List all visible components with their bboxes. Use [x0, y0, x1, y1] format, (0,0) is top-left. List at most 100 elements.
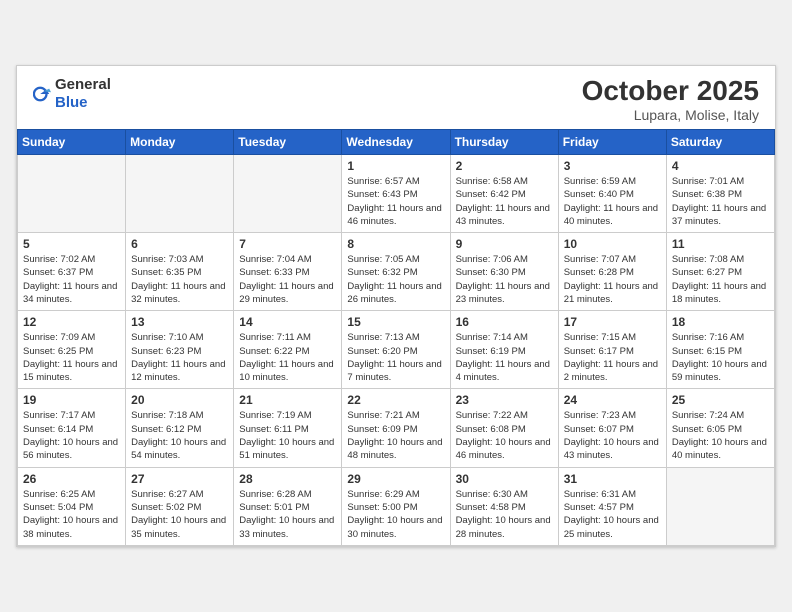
day-info: Sunrise: 7:24 AMSunset: 6:05 PMDaylight:… [672, 409, 769, 462]
day-number: 10 [564, 237, 661, 251]
week-row-4: 26 Sunrise: 6:25 AMSunset: 5:04 PMDayligh… [18, 467, 775, 545]
logo-text: General Blue [55, 76, 111, 112]
day-info: Sunrise: 7:01 AMSunset: 6:38 PMDaylight:… [672, 175, 769, 228]
calendar-cell [234, 154, 342, 232]
day-info: Sunrise: 6:59 AMSunset: 6:40 PMDaylight:… [564, 175, 661, 228]
calendar-cell [666, 467, 774, 545]
calendar-cell: 5 Sunrise: 7:02 AMSunset: 6:37 PMDaylight… [18, 233, 126, 311]
day-info: Sunrise: 7:10 AMSunset: 6:23 PMDaylight:… [131, 331, 228, 384]
calendar-table: SundayMondayTuesdayWednesdayThursdayFrid… [17, 129, 775, 546]
day-number: 7 [239, 237, 336, 251]
logo-blue: Blue [55, 94, 88, 111]
month-title: October 2025 [582, 76, 759, 107]
calendar-cell: 4Sunrise: 7:01 AMSunset: 6:38 PMDaylight… [666, 154, 774, 232]
day-info: Sunrise: 6:58 AMSunset: 6:42 PMDaylight:… [456, 175, 553, 228]
calendar-cell: 7Sunrise: 7:04 AMSunset: 6:33 PMDaylight… [234, 233, 342, 311]
day-number: 6 [131, 237, 228, 251]
calendar-cell: 10 Sunrise: 7:07 AMSunset: 6:28 PMDayligh… [558, 233, 666, 311]
calendar-cell: 30 Sunrise: 6:30 AMSunset: 4:58 PMDayligh… [450, 467, 558, 545]
day-number: 30 [456, 472, 553, 486]
weekday-header-thursday: Thursday [450, 129, 558, 154]
weekday-header-wednesday: Wednesday [342, 129, 450, 154]
calendar-cell: 19 Sunrise: 7:17 AMSunset: 6:14 PMDayligh… [18, 389, 126, 467]
calendar-cell: 21 Sunrise: 7:19 AMSunset: 6:11 PMDayligh… [234, 389, 342, 467]
day-number: 11 [672, 237, 769, 251]
day-number: 20 [131, 393, 228, 407]
day-number: 8 [347, 237, 444, 251]
day-number: 22 [347, 393, 444, 407]
day-info: Sunrise: 7:19 AMSunset: 6:11 PMDaylight:… [239, 409, 336, 462]
day-info: Sunrise: 7:14 AMSunset: 6:19 PMDaylight:… [456, 331, 553, 384]
calendar-cell: 29Sunrise: 6:29 AMSunset: 5:00 PMDayligh… [342, 467, 450, 545]
logo-icon [33, 85, 51, 103]
day-number: 12 [23, 315, 120, 329]
day-info: Sunrise: 7:11 AMSunset: 6:22 PMDaylight:… [239, 331, 336, 384]
calendar-cell: 1 Sunrise: 6:57 AMSunset: 6:43 PMDaylight… [342, 154, 450, 232]
calendar-cell: 28Sunrise: 6:28 AMSunset: 5:01 PMDayligh… [234, 467, 342, 545]
calendar-cell: 25Sunrise: 7:24 AMSunset: 6:05 PMDayligh… [666, 389, 774, 467]
day-info: Sunrise: 6:57 AMSunset: 6:43 PMDaylight:… [347, 175, 444, 228]
day-number: 21 [239, 393, 336, 407]
calendar-header: General Blue October 2025 Lupara, Molise… [17, 66, 775, 129]
calendar-cell [18, 154, 126, 232]
day-number: 19 [23, 393, 120, 407]
calendar-cell: 27 Sunrise: 6:27 AMSunset: 5:02 PMDayligh… [126, 467, 234, 545]
calendar-cell: 23Sunrise: 7:22 AMSunset: 6:08 PMDayligh… [450, 389, 558, 467]
day-info: Sunrise: 6:30 AMSunset: 4:58 PMDaylight:… [456, 488, 553, 541]
calendar-cell: 9Sunrise: 7:06 AMSunset: 6:30 PMDaylight… [450, 233, 558, 311]
calendar-cell [126, 154, 234, 232]
day-number: 13 [131, 315, 228, 329]
location-title: Lupara, Molise, Italy [582, 107, 759, 123]
day-info: Sunrise: 6:27 AMSunset: 5:02 PMDaylight:… [131, 488, 228, 541]
weekday-header-saturday: Saturday [666, 129, 774, 154]
weekday-header-friday: Friday [558, 129, 666, 154]
weekday-header-monday: Monday [126, 129, 234, 154]
day-number: 1 [347, 159, 444, 173]
day-number: 5 [23, 237, 120, 251]
calendar-cell: 15 Sunrise: 7:13 AMSunset: 6:20 PMDayligh… [342, 311, 450, 389]
calendar-cell: 3 Sunrise: 6:59 AMSunset: 6:40 PMDaylight… [558, 154, 666, 232]
calendar-cell: 18 Sunrise: 7:16 AMSunset: 6:15 PMDayligh… [666, 311, 774, 389]
calendar-container: General Blue October 2025 Lupara, Molise… [16, 65, 776, 547]
day-number: 3 [564, 159, 661, 173]
day-info: Sunrise: 7:16 AMSunset: 6:15 PMDaylight:… [672, 331, 769, 384]
day-info: Sunrise: 7:23 AMSunset: 6:07 PMDaylight:… [564, 409, 661, 462]
day-info: Sunrise: 7:07 AMSunset: 6:28 PMDaylight:… [564, 253, 661, 306]
weekday-header-row: SundayMondayTuesdayWednesdayThursdayFrid… [18, 129, 775, 154]
day-number: 16 [456, 315, 553, 329]
day-number: 17 [564, 315, 661, 329]
weekday-header-tuesday: Tuesday [234, 129, 342, 154]
day-info: Sunrise: 7:03 AMSunset: 6:35 PMDaylight:… [131, 253, 228, 306]
calendar-cell: 11 Sunrise: 7:08 AMSunset: 6:27 PMDayligh… [666, 233, 774, 311]
logo-area: General Blue [33, 76, 111, 112]
calendar-cell: 16 Sunrise: 7:14 AMSunset: 6:19 PMDayligh… [450, 311, 558, 389]
day-info: Sunrise: 7:05 AMSunset: 6:32 PMDaylight:… [347, 253, 444, 306]
day-info: Sunrise: 7:13 AMSunset: 6:20 PMDaylight:… [347, 331, 444, 384]
day-info: Sunrise: 7:02 AMSunset: 6:37 PMDaylight:… [23, 253, 120, 306]
day-info: Sunrise: 7:17 AMSunset: 6:14 PMDaylight:… [23, 409, 120, 462]
calendar-cell: 14Sunrise: 7:11 AMSunset: 6:22 PMDayligh… [234, 311, 342, 389]
day-info: Sunrise: 6:25 AMSunset: 5:04 PMDaylight:… [23, 488, 120, 541]
day-info: Sunrise: 7:06 AMSunset: 6:30 PMDaylight:… [456, 253, 553, 306]
week-row-0: 1 Sunrise: 6:57 AMSunset: 6:43 PMDaylight… [18, 154, 775, 232]
title-area: October 2025 Lupara, Molise, Italy [582, 76, 759, 123]
weekday-header-sunday: Sunday [18, 129, 126, 154]
day-info: Sunrise: 7:21 AMSunset: 6:09 PMDaylight:… [347, 409, 444, 462]
day-number: 27 [131, 472, 228, 486]
day-info: Sunrise: 7:08 AMSunset: 6:27 PMDaylight:… [672, 253, 769, 306]
calendar-cell: 22 Sunrise: 7:21 AMSunset: 6:09 PMDayligh… [342, 389, 450, 467]
day-info: Sunrise: 7:15 AMSunset: 6:17 PMDaylight:… [564, 331, 661, 384]
day-number: 15 [347, 315, 444, 329]
week-row-2: 12 Sunrise: 7:09 AMSunset: 6:25 PMDayligh… [18, 311, 775, 389]
day-number: 18 [672, 315, 769, 329]
day-number: 26 [23, 472, 120, 486]
day-info: Sunrise: 7:18 AMSunset: 6:12 PMDaylight:… [131, 409, 228, 462]
calendar-cell: 2Sunrise: 6:58 AMSunset: 6:42 PMDaylight… [450, 154, 558, 232]
calendar-cell: 20 Sunrise: 7:18 AMSunset: 6:12 PMDayligh… [126, 389, 234, 467]
calendar-cell: 13 Sunrise: 7:10 AMSunset: 6:23 PMDayligh… [126, 311, 234, 389]
day-number: 31 [564, 472, 661, 486]
day-info: Sunrise: 7:09 AMSunset: 6:25 PMDaylight:… [23, 331, 120, 384]
calendar-cell: 6 Sunrise: 7:03 AMSunset: 6:35 PMDaylight… [126, 233, 234, 311]
day-info: Sunrise: 7:22 AMSunset: 6:08 PMDaylight:… [456, 409, 553, 462]
day-number: 29 [347, 472, 444, 486]
